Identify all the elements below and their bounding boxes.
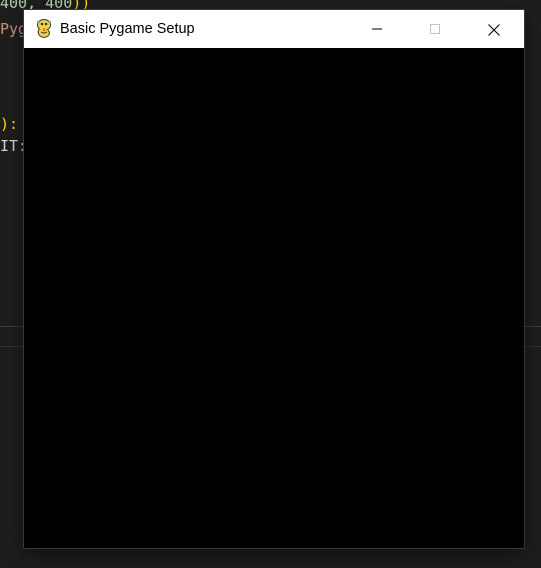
pygame-window[interactable]: Basic Pygame Setup [24, 10, 524, 548]
pygame-snake-icon[interactable] [34, 18, 54, 40]
minimize-button[interactable] [354, 10, 400, 48]
window-titlebar[interactable]: Basic Pygame Setup [24, 10, 524, 48]
close-button[interactable] [470, 10, 516, 48]
close-icon [488, 24, 500, 36]
minimize-icon [372, 28, 382, 30]
maximize-icon [430, 24, 440, 34]
window-title: Basic Pygame Setup [60, 21, 195, 37]
maximize-button[interactable] [412, 10, 458, 48]
code-line: ): [0, 115, 19, 133]
game-canvas[interactable] [24, 48, 524, 548]
